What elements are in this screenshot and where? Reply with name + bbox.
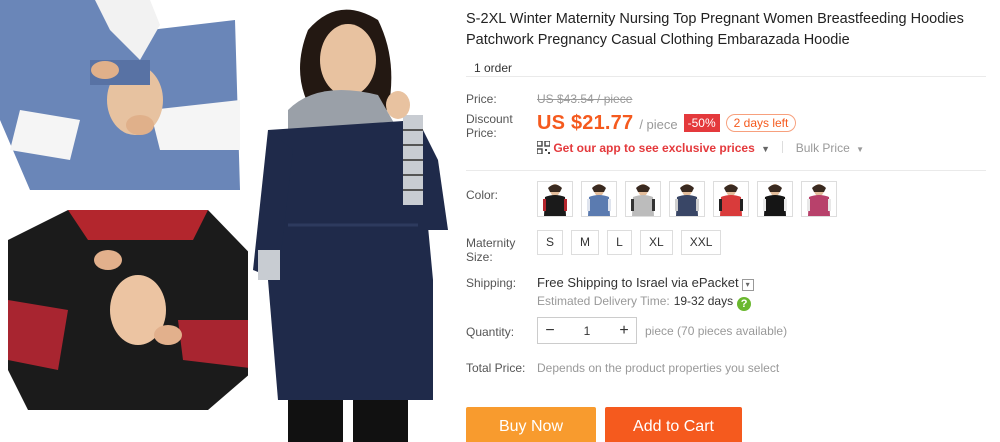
color-swatch-red[interactable] — [713, 181, 749, 217]
price-unit: / piece — [639, 117, 678, 132]
product-title: S-2XL Winter Maternity Nursing Top Pregn… — [466, 11, 964, 48]
color-swatch-black-red[interactable] — [537, 181, 573, 217]
days-left-badge: 2 days left — [725, 114, 797, 132]
color-swatch-light-gray[interactable] — [625, 181, 661, 217]
shipping-text: Free Shipping to Israel via ePacket — [537, 275, 739, 290]
product-photo-blue[interactable] — [0, 0, 240, 190]
size-option-xl[interactable]: XL — [640, 230, 673, 255]
color-swatch-dark-blue-stripe[interactable] — [669, 181, 705, 217]
bulk-price-link[interactable]: Bulk Price — [796, 141, 850, 155]
discount-price-label: Discount Price: — [466, 112, 513, 140]
color-swatches — [537, 181, 845, 220]
available-count: piece (70 pieces available) — [645, 323, 788, 338]
quantity-stepper: − 1 + — [537, 317, 637, 344]
size-label: Maternity Size: — [466, 236, 516, 264]
help-icon[interactable]: ? — [737, 297, 752, 311]
minus-button[interactable]: − — [538, 322, 562, 340]
product-photo-black-red[interactable] — [8, 210, 266, 410]
size-options: S M L XL XXL — [537, 230, 729, 255]
color-label: Color: — [466, 188, 499, 202]
shipping-dropdown-icon[interactable]: ▾ — [741, 279, 754, 291]
delivery-estimate: Estimated Delivery Time: 19-32 days? — [537, 294, 752, 311]
buy-now-button[interactable]: Buy Now — [466, 407, 596, 442]
order-count: 1 order — [474, 61, 513, 75]
plus-button[interactable]: + — [612, 322, 636, 340]
delivery-days: 19-32 days — [673, 294, 734, 308]
size-option-s[interactable]: S — [537, 230, 564, 255]
total-label: Total Price: — [466, 361, 526, 375]
app-promo-row: Get our app to see exclusive prices ▼ Bu… — [536, 140, 865, 157]
size-option-m[interactable]: M — [571, 230, 600, 255]
divider — [466, 170, 986, 171]
color-swatch-rose[interactable] — [801, 181, 837, 217]
shipping-option[interactable]: Free Shipping to Israel via ePacket ▾ — [537, 275, 754, 291]
total-value: Depends on the product properties you se… — [537, 361, 780, 375]
app-promo-link[interactable]: Get our app to see exclusive prices — [553, 141, 754, 155]
qr-code-icon — [536, 140, 551, 157]
quantity-row: − 1 + piece (70 pieces available) — [537, 317, 787, 344]
shipping-label: Shipping: — [466, 276, 517, 290]
color-swatch-black-white[interactable] — [757, 181, 793, 217]
size-option-xxl[interactable]: XXL — [680, 230, 722, 255]
separator — [782, 141, 784, 153]
add-to-cart-button[interactable]: Add to Cart — [605, 407, 742, 442]
product-photo-model[interactable] — [248, 0, 448, 442]
caret-down-icon: ▼ — [856, 145, 865, 154]
discount-badge: -50% — [683, 114, 720, 132]
quantity-label: Quantity: — [466, 325, 515, 339]
divider — [466, 76, 986, 77]
quantity-input[interactable]: 1 — [562, 324, 612, 338]
current-price: US $21.77 — [537, 112, 634, 134]
chevron-down-icon: ▼ — [761, 144, 771, 154]
color-swatch-blue[interactable] — [581, 181, 617, 217]
original-price: US $43.54 / piece — [537, 92, 633, 106]
product-info: S-2XL Winter Maternity Nursing Top Pregn… — [466, 6, 988, 77]
product-gallery — [0, 0, 448, 442]
size-option-l[interactable]: L — [607, 230, 633, 255]
discount-price-row: US $21.77 / piece -50% 2 days left — [537, 112, 797, 135]
